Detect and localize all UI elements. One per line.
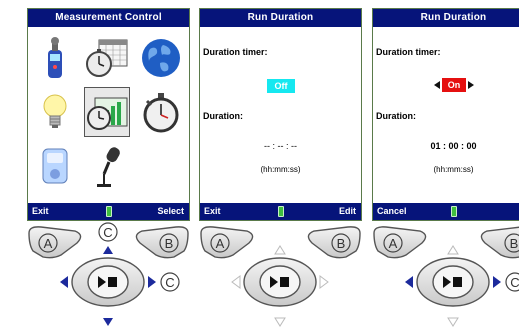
duration-value[interactable]: 01 : 00 : 00 (373, 141, 519, 151)
duration-format-hint: (hh:mm:ss) (260, 165, 301, 174)
softkey-a-button[interactable]: A (200, 226, 254, 259)
duration-format-hint: (hh:mm:ss) (433, 165, 474, 174)
c-button-top[interactable]: C (98, 222, 118, 242)
light-bulb-icon[interactable] (32, 87, 78, 137)
calendar-timer-icon[interactable] (84, 33, 130, 83)
keypad: A B C C (28, 222, 189, 326)
up-arrow-icon[interactable] (447, 245, 459, 255)
run-duration-off-panel: Run Duration Duration timer: Off Duratio… (199, 0, 362, 329)
duration-timer-toggle[interactable]: On (434, 78, 474, 92)
stopwatch-icon[interactable] (138, 87, 184, 137)
c-button-right[interactable]: C (505, 272, 519, 292)
softkey-bar: Cancel Sa (373, 203, 519, 220)
globe-icon[interactable] (138, 33, 184, 83)
softkey-a-label: A (389, 236, 398, 251)
down-arrow-icon[interactable] (103, 318, 113, 326)
left-arrow-icon[interactable] (231, 275, 241, 289)
softkey-bar: Exit Edit (200, 203, 361, 220)
stop-icon (280, 277, 289, 287)
up-arrow-icon[interactable] (274, 245, 286, 255)
duration-label: Duration: (376, 111, 416, 121)
down-arrow-icon[interactable] (447, 317, 459, 327)
softkey-cancel[interactable]: Cancel (377, 203, 407, 220)
device-screen: Run Duration Duration timer: On Duration… (372, 8, 519, 221)
battery-icon (277, 206, 284, 217)
calibrator-icon[interactable] (32, 141, 78, 191)
duration-timer-label: Duration timer: (203, 47, 268, 57)
softkey-b-button[interactable]: B (480, 226, 519, 259)
screen-title: Run Duration (200, 9, 361, 27)
right-arrow-icon[interactable] (148, 276, 156, 288)
c-button-right-label: C (165, 275, 174, 290)
softkey-a-button[interactable]: A (373, 226, 427, 259)
up-arrow-icon[interactable] (103, 246, 113, 254)
microphone-icon[interactable] (84, 141, 130, 191)
softkey-edit[interactable]: Edit (339, 203, 356, 220)
right-arrow-icon[interactable] (319, 275, 329, 289)
c-button-top-label: C (103, 225, 112, 240)
measurement-control-panel: Measurement Control Exit Select A B C C (27, 0, 190, 329)
keypad: A B (200, 226, 361, 327)
sound-level-meter-icon[interactable] (32, 33, 78, 83)
softkey-exit[interactable]: Exit (204, 203, 221, 220)
duration-timer-label: Duration timer: (376, 47, 441, 57)
stop-icon (108, 277, 117, 287)
device-screen: Measurement Control Exit Select (27, 8, 190, 221)
run-duration-on-panel: Run Duration Duration timer: On Duration… (372, 0, 519, 329)
battery-icon (450, 206, 457, 217)
right-arrow-icon[interactable] (493, 276, 501, 288)
play-stop-button[interactable] (71, 257, 145, 307)
down-arrow-icon[interactable] (274, 317, 286, 327)
softkey-a-button[interactable]: A (28, 226, 82, 259)
softkey-b-button[interactable]: B (307, 226, 361, 259)
softkey-select[interactable]: Select (157, 203, 184, 220)
play-stop-button[interactable] (416, 257, 490, 307)
duration-value[interactable]: -- : -- : -- (200, 141, 361, 151)
softkey-exit[interactable]: Exit (32, 203, 49, 220)
screen-title: Run Duration (373, 9, 519, 27)
screen-title: Measurement Control (28, 9, 189, 27)
right-arrow-icon (468, 81, 474, 89)
softkey-b-label: B (165, 236, 174, 251)
softkey-a-label: A (216, 236, 225, 251)
keypad: A B C (373, 226, 519, 327)
c-button-right[interactable]: C (160, 272, 180, 292)
left-arrow-icon[interactable] (60, 276, 68, 288)
duration-label: Duration: (203, 111, 243, 121)
c-button-right-label: C (510, 275, 519, 290)
softkey-a-label: A (44, 236, 53, 251)
device-screen: Run Duration Duration timer: Off Duratio… (199, 8, 362, 221)
duration-timer-toggle[interactable]: Off (267, 79, 295, 93)
softkey-bar: Exit Select (28, 203, 189, 220)
softkey-b-button[interactable]: B (135, 226, 189, 259)
stop-icon (453, 277, 462, 287)
softkey-b-label: B (510, 236, 519, 251)
run-duration-icon[interactable] (84, 87, 130, 137)
play-stop-button[interactable] (243, 257, 317, 307)
left-arrow-icon[interactable] (405, 276, 413, 288)
duration-timer-value: On (442, 78, 466, 92)
softkey-b-label: B (337, 236, 346, 251)
left-arrow-icon (434, 81, 440, 89)
battery-icon (105, 206, 112, 217)
